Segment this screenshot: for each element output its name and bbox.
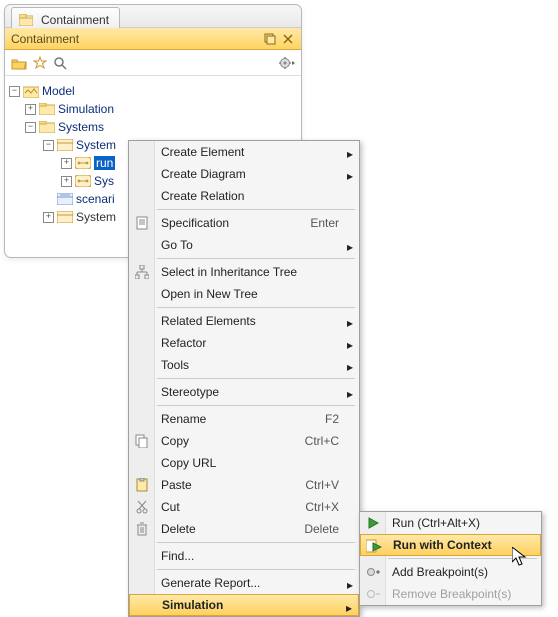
menu-delete[interactable]: DeleteDelete <box>129 518 359 540</box>
menu-paste[interactable]: PasteCtrl+V <box>129 474 359 496</box>
menu-cut[interactable]: CutCtrl+X <box>129 496 359 518</box>
menu-rename[interactable]: RenameF2 <box>129 408 359 430</box>
chevron-right-icon: ▸ <box>347 169 353 183</box>
chevron-right-icon: ▸ <box>347 240 353 254</box>
collapse-icon[interactable]: − <box>43 140 54 151</box>
chevron-right-icon: ▸ <box>347 387 353 401</box>
title-bar: Containment <box>5 28 301 50</box>
tab-label: Containment <box>41 13 109 27</box>
chevron-right-icon: ▸ <box>347 578 353 592</box>
tab-bar: Containment <box>5 5 301 28</box>
chevron-right-icon: ▸ <box>347 147 353 161</box>
menu-create-relation[interactable]: Create Relation <box>129 185 359 207</box>
menu-copy-url[interactable]: Copy URL <box>129 452 359 474</box>
instance-icon <box>57 192 73 206</box>
copy-icon <box>133 433 151 449</box>
star-icon[interactable] <box>33 56 47 70</box>
paste-icon <box>133 477 151 493</box>
run-icon <box>364 515 382 531</box>
add-breakpoint-icon <box>364 564 382 580</box>
chevron-right-icon: ▸ <box>347 360 353 374</box>
folder-icon <box>39 120 55 134</box>
menu-open-new-tree[interactable]: Open in New Tree <box>129 283 359 305</box>
close-icon[interactable] <box>281 32 295 46</box>
expand-icon[interactable]: + <box>61 176 72 187</box>
chevron-right-icon: ▸ <box>346 601 352 615</box>
chevron-right-icon: ▸ <box>347 316 353 330</box>
menu-goto[interactable]: Go To▸ <box>129 234 359 256</box>
activity-icon <box>75 174 91 188</box>
submenu-remove-breakpoint: Remove Breakpoint(s) <box>360 583 541 605</box>
chevron-right-icon: ▸ <box>347 338 353 352</box>
tree-icon <box>133 264 151 280</box>
tab-containment[interactable]: Containment <box>11 7 120 28</box>
title-text: Containment <box>11 32 79 46</box>
search-icon[interactable] <box>53 56 67 70</box>
menu-stereotype[interactable]: Stereotype▸ <box>129 381 359 403</box>
menu-tools[interactable]: Tools▸ <box>129 354 359 376</box>
minimize-icon[interactable] <box>263 32 277 46</box>
menu-find[interactable]: Find... <box>129 545 359 567</box>
cursor-icon <box>512 547 528 567</box>
menu-create-diagram[interactable]: Create Diagram▸ <box>129 163 359 185</box>
expand-icon[interactable]: + <box>25 104 36 115</box>
context-menu[interactable]: Create Element▸ Create Diagram▸ Create R… <box>128 140 360 617</box>
open-icon[interactable] <box>11 56 27 70</box>
toolbar <box>5 50 301 76</box>
tree-row-simulation[interactable]: + Simulation <box>9 100 297 118</box>
block-icon <box>57 138 73 152</box>
submenu-run[interactable]: Run (Ctrl+Alt+X) <box>360 512 541 534</box>
menu-simulation[interactable]: Simulation▸ <box>129 594 359 616</box>
spec-icon <box>133 215 151 231</box>
menu-refactor[interactable]: Refactor▸ <box>129 332 359 354</box>
collapse-icon[interactable]: − <box>25 122 36 133</box>
collapse-icon[interactable]: − <box>9 86 20 97</box>
menu-generate-report[interactable]: Generate Report...▸ <box>129 572 359 594</box>
gear-icon[interactable] <box>279 56 295 70</box>
expand-icon[interactable]: + <box>43 212 54 223</box>
containment-icon <box>18 13 34 27</box>
block-icon <box>57 210 73 224</box>
menu-related-elements[interactable]: Related Elements▸ <box>129 310 359 332</box>
delete-icon <box>133 521 151 537</box>
model-icon <box>23 84 39 98</box>
tree-row-systems[interactable]: − Systems <box>9 118 297 136</box>
tree-row-model[interactable]: − Model <box>9 82 297 100</box>
cut-icon <box>133 499 151 515</box>
folder-icon <box>39 102 55 116</box>
menu-create-element[interactable]: Create Element▸ <box>129 141 359 163</box>
menu-specification[interactable]: SpecificationEnter <box>129 212 359 234</box>
activity-icon <box>75 156 91 170</box>
run-context-icon <box>365 538 383 554</box>
expand-icon[interactable]: + <box>61 158 72 169</box>
menu-copy[interactable]: CopyCtrl+C <box>129 430 359 452</box>
menu-select-inheritance[interactable]: Select in Inheritance Tree <box>129 261 359 283</box>
